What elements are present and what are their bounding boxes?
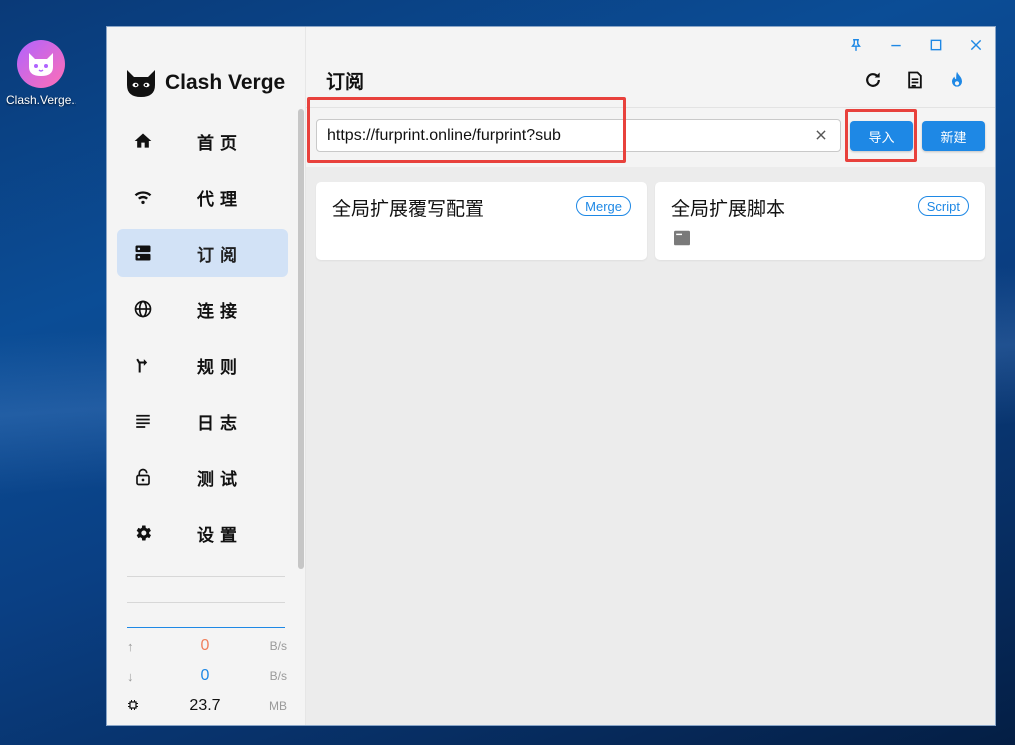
sidebar-item-label: 测试: [197, 469, 243, 490]
sidebar-item-logs[interactable]: 日志: [117, 397, 288, 445]
traffic-graph-baseline: [127, 627, 285, 628]
document-icon: [908, 71, 922, 89]
sidebar-nav: 首页 代理 订阅 连接 规则 日志 测试 设置: [117, 117, 288, 565]
download-value: 0: [200, 667, 210, 684]
arrow-down-icon: ↓: [127, 668, 134, 684]
upload-unit: B/s: [269, 639, 287, 653]
type-badge: Script: [917, 196, 969, 216]
cat-icon: [17, 40, 65, 88]
chip-icon: [127, 699, 145, 714]
refresh-button[interactable]: [860, 67, 886, 93]
desktop-shortcut-clash-verge[interactable]: Clash.Verge...: [6, 40, 76, 107]
app-name: Clash Verge: [165, 71, 286, 94]
sidebar-item-label: 首页: [197, 133, 243, 154]
sidebar-item-test[interactable]: 测试: [117, 453, 288, 501]
lines-icon: [117, 412, 169, 430]
memory-unit: MB: [269, 699, 287, 713]
import-button[interactable]: 导入: [850, 121, 913, 151]
import-toolbar: 导入 新建: [306, 107, 995, 167]
unlock-icon: [117, 467, 169, 487]
close-icon[interactable]: [964, 35, 988, 55]
profile-card-script[interactable]: 全局扩展脚本 Script: [655, 182, 985, 260]
divider: [127, 576, 285, 577]
sidebar-item-label: 代理: [197, 189, 243, 210]
memory-usage: 23.7 MB: [127, 694, 287, 718]
memory-value: 23.7: [189, 697, 221, 714]
fire-icon: [952, 71, 962, 87]
home-icon: [117, 131, 169, 151]
minimize-icon[interactable]: [884, 35, 908, 55]
sidebar-item-label: 设置: [197, 525, 243, 546]
upload-value: 0: [200, 637, 210, 654]
dns-icon: [117, 243, 169, 263]
titlebar: 订阅: [306, 27, 995, 107]
sidebar-item-connections[interactable]: 连接: [117, 285, 288, 333]
cat-logo-icon: [127, 70, 155, 97]
profile-card-merge[interactable]: 全局扩展覆写配置 Merge: [316, 182, 647, 260]
page-title: 订阅: [326, 71, 365, 93]
brand: Clash Verge: [125, 65, 285, 101]
hot-update-button[interactable]: [944, 67, 970, 93]
sidebar-item-home[interactable]: 首页: [117, 117, 288, 165]
document-button[interactable]: [902, 67, 928, 93]
gear-icon: [117, 523, 169, 543]
app-window: Clash Verge 首页 代理 订阅 连接 规则 日志 测试 设置 ↑ 0 …: [106, 26, 996, 726]
fork-arrow-icon: [117, 355, 169, 375]
download-speed: ↓ 0 B/s: [127, 664, 287, 688]
script-file-icon: [673, 230, 691, 250]
divider: [127, 602, 285, 603]
maximize-icon[interactable]: [924, 35, 948, 55]
card-title: 全局扩展覆写配置: [332, 198, 485, 220]
sidebar-item-proxies[interactable]: 代理: [117, 173, 288, 221]
new-profile-button[interactable]: 新建: [922, 121, 985, 151]
sidebar-item-label: 订阅: [197, 245, 243, 266]
sidebar-item-rules[interactable]: 规则: [117, 341, 288, 389]
pin-icon[interactable]: [844, 35, 868, 55]
sidebar-scrollbar[interactable]: [298, 109, 304, 569]
sidebar-item-profiles[interactable]: 订阅: [117, 229, 288, 277]
sidebar-item-label: 连接: [197, 301, 243, 322]
subscription-url-field[interactable]: [316, 119, 841, 152]
globe-icon: [117, 299, 169, 319]
sidebar: Clash Verge 首页 代理 订阅 连接 规则 日志 测试 设置 ↑ 0 …: [107, 27, 306, 725]
subscription-url-input[interactable]: [317, 126, 797, 145]
arrow-up-icon: ↑: [127, 638, 134, 654]
upload-speed: ↑ 0 B/s: [127, 634, 287, 658]
refresh-icon: [866, 72, 880, 87]
card-title: 全局扩展脚本: [671, 198, 786, 220]
main-panel: 订阅 导入 新建 全局扩展覆写配置 Mer: [306, 27, 995, 725]
clear-input-icon[interactable]: [814, 127, 828, 146]
type-badge: Merge: [576, 196, 631, 216]
download-unit: B/s: [269, 669, 287, 683]
sidebar-item-label: 规则: [197, 357, 243, 378]
sidebar-item-settings[interactable]: 设置: [117, 509, 288, 557]
desktop-shortcut-label: Clash.Verge...: [6, 93, 76, 107]
sidebar-item-label: 日志: [197, 413, 243, 434]
wifi-icon: [117, 187, 169, 207]
